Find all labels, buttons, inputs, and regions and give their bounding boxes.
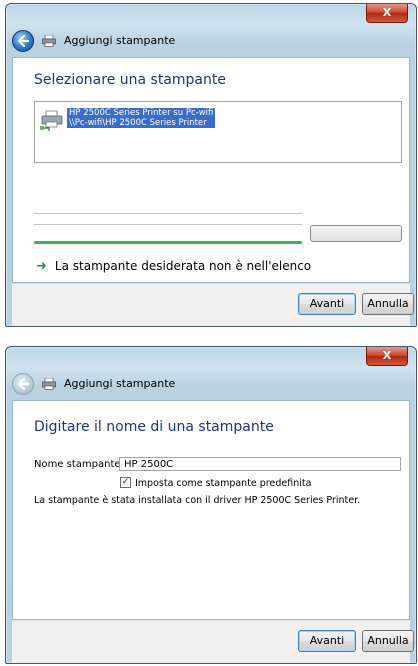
printer-name-label: Nome stampante:: [34, 459, 124, 470]
printer-path: \\Pc-wifi\HP 2500C Series Printer: [69, 118, 207, 128]
printer-name-input[interactable]: HP 2500C: [119, 457, 401, 471]
default-printer-label: Imposta come stampante predefinita: [135, 478, 312, 489]
printer-not-listed-link[interactable]: ➜ La stampante desiderata non è nell'elen…: [36, 259, 311, 274]
printer-listbox[interactable]: HP 2500C Series Printer su Pc-wifi \\Pc-…: [34, 101, 402, 163]
back-arrow-icon: [17, 378, 29, 390]
printer-list-item[interactable]: HP 2500C Series Printer su Pc-wifi \\Pc-…: [67, 108, 216, 128]
printer-icon: [42, 35, 56, 47]
back-arrow-icon: [17, 35, 29, 47]
page-heading: Digitare il nome di una stampante: [34, 419, 274, 435]
wizard-content: Digitare il nome di una stampante Nome s…: [12, 400, 410, 620]
back-button[interactable]: [12, 373, 34, 395]
cancel-button[interactable]: Annulla: [362, 293, 414, 315]
divider: [34, 213, 302, 214]
add-printer-window-select: X Aggiungi stampante Selezionare una sta…: [5, 3, 417, 327]
close-icon: X: [382, 349, 392, 362]
printer-name: HP 2500C Series Printer su Pc-wifi: [69, 108, 214, 118]
wizard-footer: Avanti Annulla: [12, 620, 414, 663]
wizard-content: Selezionare una stampante HP 2500C Serie…: [12, 57, 410, 283]
close-button[interactable]: X: [366, 347, 408, 366]
close-button[interactable]: X: [366, 4, 408, 23]
page-heading: Selezionare una stampante: [34, 72, 226, 88]
window-title: Aggiungi stampante: [64, 377, 176, 390]
default-printer-option[interactable]: ✓ Imposta come stampante predefinita: [120, 477, 312, 489]
divider: [34, 224, 302, 225]
search-progress-bar: [34, 241, 302, 244]
add-printer-window-name: X Aggiungi stampante Digitare il nome di…: [5, 346, 417, 664]
printer-not-listed-label: La stampante desiderata non è nell'elenc…: [54, 259, 312, 273]
driver-info-text: La stampante è stata installata con il d…: [34, 495, 361, 506]
wizard-titlebar: Aggiungi stampante: [12, 371, 410, 399]
window-title: Aggiungi stampante: [64, 34, 176, 47]
close-icon: X: [382, 6, 392, 19]
wizard-footer: Avanti Annulla: [12, 283, 414, 326]
next-button[interactable]: Avanti: [298, 630, 356, 652]
cancel-button[interactable]: Annulla: [362, 630, 414, 652]
back-button[interactable]: [12, 30, 34, 52]
stop-button[interactable]: [310, 225, 402, 242]
default-printer-checkbox[interactable]: ✓: [120, 477, 131, 488]
printer-icon: [42, 378, 56, 390]
green-arrow-icon: ➜: [36, 259, 47, 274]
network-printer-icon: [40, 110, 63, 131]
next-button[interactable]: Avanti: [298, 293, 356, 315]
wizard-titlebar: Aggiungi stampante: [12, 28, 410, 56]
